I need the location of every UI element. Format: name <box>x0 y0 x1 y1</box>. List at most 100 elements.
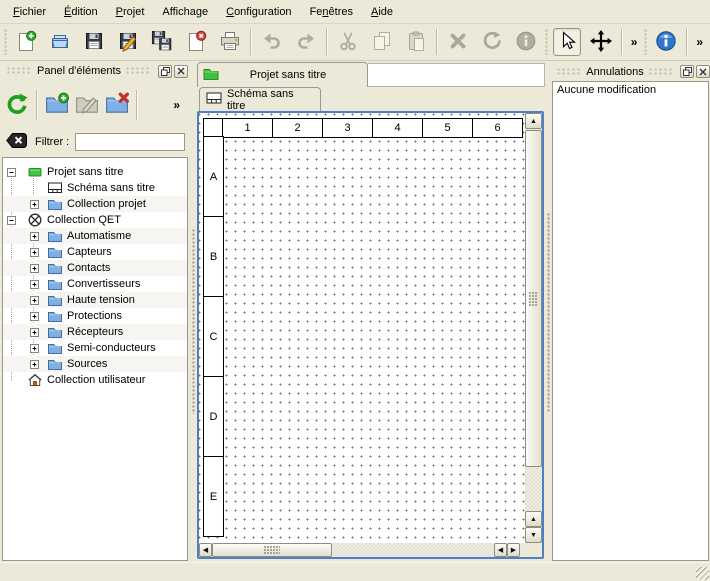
tree-expander-plus[interactable] <box>30 344 39 353</box>
tree-expander-minus[interactable] <box>7 168 16 177</box>
menu-configuration[interactable]: Configuration <box>217 3 300 21</box>
toolbar-drag-handle[interactable] <box>4 29 7 55</box>
open-document-button[interactable] <box>46 28 74 56</box>
tree-expander-plus[interactable] <box>30 232 39 241</box>
tree-expander-plus[interactable] <box>30 280 39 289</box>
toolbar-separator <box>36 90 38 120</box>
tree-item-contacts[interactable]: Contacts <box>3 260 187 276</box>
tree-expander-plus[interactable] <box>30 264 39 273</box>
right-splitter[interactable] <box>545 61 552 562</box>
toolbar-drag-handle[interactable] <box>644 29 647 55</box>
menu-fichier[interactable]: Fichier <box>4 3 55 21</box>
tree-expander-plus[interactable] <box>30 312 39 321</box>
close-document-button[interactable] <box>182 28 210 56</box>
splitter-handle-dots <box>547 213 551 413</box>
copy-button[interactable] <box>368 28 396 56</box>
vertical-scrollbar[interactable]: ▲ ▲ ▼ <box>525 113 542 543</box>
undo-button[interactable] <box>258 28 286 56</box>
menu-affichage[interactable]: Affichage <box>153 3 217 21</box>
rotate-button[interactable] <box>478 28 506 56</box>
save-all-button[interactable] <box>148 28 176 56</box>
folder-icon <box>48 277 62 291</box>
horizontal-scroll-thumb[interactable] <box>212 543 332 557</box>
about-button[interactable] <box>652 28 680 56</box>
print-button[interactable] <box>216 28 244 56</box>
close-panel-button[interactable] <box>696 65 710 78</box>
element-info-button[interactable] <box>512 28 540 56</box>
save-as-button[interactable] <box>114 28 142 56</box>
select-pointer-button[interactable] <box>553 28 581 56</box>
filter-input[interactable] <box>75 133 185 151</box>
tree-item-collection-utilisateur[interactable]: Collection utilisateur <box>3 372 187 388</box>
new-document-button[interactable] <box>12 28 40 56</box>
move-view-button[interactable] <box>587 28 615 56</box>
edit-category-button[interactable] <box>72 90 102 120</box>
menu-aide[interactable]: Aide <box>362 3 402 21</box>
toolbar-separator <box>621 29 623 55</box>
clear-filter-button[interactable] <box>5 132 27 152</box>
tab-schema-sans-titre[interactable]: Schéma sans titre <box>199 87 321 111</box>
tree-item-automatisme[interactable]: Automatisme <box>3 228 187 244</box>
tree-item-protections[interactable]: Protections <box>3 308 187 324</box>
delete-category-button[interactable] <box>102 90 132 120</box>
diagram-canvas[interactable]: 123456 ABCDE <box>199 113 525 543</box>
toolbar-drag-handle[interactable] <box>545 29 548 55</box>
scroll-down-button[interactable]: ▼ <box>525 527 542 543</box>
close-panel-button[interactable] <box>174 65 188 78</box>
tree-item-sources[interactable]: Sources <box>3 356 187 372</box>
tree-expander-plus[interactable] <box>30 328 39 337</box>
float-panel-button[interactable] <box>158 65 172 78</box>
toolbar-overflow-chevron[interactable]: » <box>693 35 706 49</box>
scroll-right-button[interactable]: ▶ <box>507 543 520 557</box>
elements-panel-titlebar[interactable]: Panel d'éléments <box>2 63 188 79</box>
tree-item-schema-sans-titre[interactable]: Schéma sans titre <box>3 180 187 196</box>
tree-item-haute-tension[interactable]: Haute tension <box>3 292 187 308</box>
window-resize-grip[interactable] <box>696 567 709 580</box>
tree-item-recepteurs[interactable]: Récepteurs <box>3 324 187 340</box>
menu-edition[interactable]: Édition <box>55 3 107 21</box>
tree-item-collection-qet[interactable]: Collection QET <box>3 212 187 228</box>
cut-button[interactable] <box>334 28 362 56</box>
panel-toolbar-overflow-chevron[interactable]: » <box>173 98 180 112</box>
row-header-D: D <box>203 376 224 457</box>
tree-item-capteurs[interactable]: Capteurs <box>3 244 187 260</box>
scroll-left-button-2[interactable]: ◀ <box>494 543 507 557</box>
float-panel-button[interactable] <box>680 65 694 78</box>
save-button[interactable] <box>80 28 108 56</box>
elements-panel-title: Panel d'éléments <box>37 65 121 77</box>
new-category-button[interactable] <box>42 90 72 120</box>
menu-projet[interactable]: Projet <box>107 3 154 21</box>
move-view-icon <box>590 30 612 55</box>
filter-row: Filtrer : <box>2 130 188 154</box>
save-all-icon <box>151 30 173 55</box>
toolbar-overflow-chevron[interactable]: » <box>628 35 641 49</box>
tree-expander-plus[interactable] <box>30 296 39 305</box>
delete-button[interactable] <box>444 28 472 56</box>
tree-item-projet-sans-titre[interactable]: Projet sans titre <box>3 164 187 180</box>
reload-collections-button[interactable] <box>2 90 32 120</box>
toolbar-separator <box>436 29 438 55</box>
tree-item-convertisseurs[interactable]: Convertisseurs <box>3 276 187 292</box>
scroll-up-button[interactable]: ▲ <box>525 113 542 129</box>
tree-item-label: Récepteurs <box>67 326 123 338</box>
undo-history-item[interactable]: Aucune modification <box>553 82 708 98</box>
tab-project-sans-titre[interactable]: Projet sans titre <box>197 62 368 87</box>
tree-expander-plus[interactable] <box>30 360 39 369</box>
undo-panel-titlebar[interactable]: Annulations <box>552 63 710 80</box>
titlebar-texture <box>557 68 581 76</box>
redo-button[interactable] <box>292 28 320 56</box>
horizontal-scrollbar[interactable]: ◀ ◀ ▶ <box>199 543 521 557</box>
scroll-up-button-2[interactable]: ▲ <box>525 511 542 527</box>
vertical-scroll-thumb[interactable] <box>525 130 542 467</box>
paste-button[interactable] <box>402 28 430 56</box>
close-document-icon <box>185 30 207 55</box>
thumb-grip <box>264 546 280 554</box>
menu-fenetres[interactable]: Fenêtres <box>301 3 362 21</box>
scroll-left-button[interactable]: ◀ <box>199 543 212 557</box>
tree-expander-minus[interactable] <box>7 216 16 225</box>
tree-item-collection-projet[interactable]: Collection projet <box>3 196 187 212</box>
tree-expander-plus[interactable] <box>30 200 39 209</box>
tree-expander-plus[interactable] <box>30 248 39 257</box>
tree-item-semi-conducteurs[interactable]: Semi-conducteurs <box>3 340 187 356</box>
left-splitter[interactable] <box>190 61 197 562</box>
